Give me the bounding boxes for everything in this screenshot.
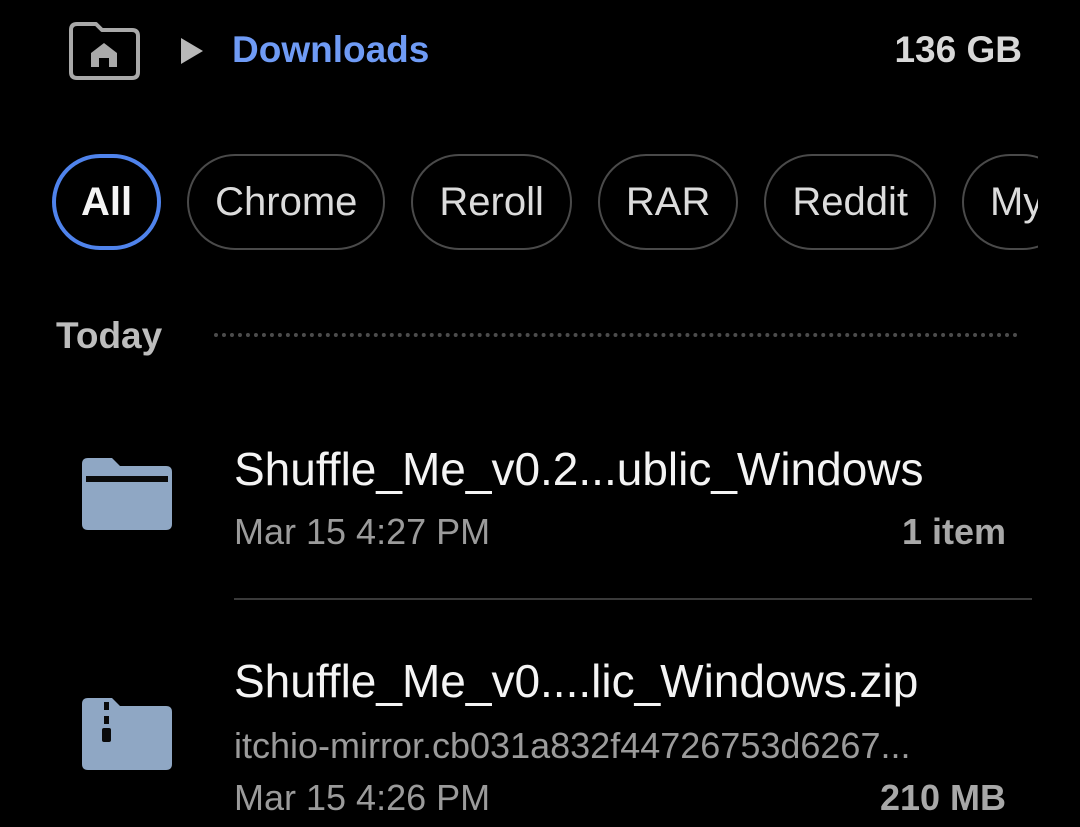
breadcrumb-arrow-icon bbox=[178, 36, 206, 66]
section-divider bbox=[214, 333, 1018, 337]
list-item[interactable]: Shuffle_Me_v0.2...ublic_Windows Mar 15 4… bbox=[0, 420, 1080, 590]
list-item[interactable]: Shuffle_Me_v0....lic_Windows.zip itchio-… bbox=[0, 648, 1080, 827]
folder-icon bbox=[78, 456, 174, 537]
file-date: Mar 15 4:27 PM bbox=[234, 511, 491, 552]
storage-size: 136 GB bbox=[894, 29, 1022, 70]
filter-chips-bar[interactable]: All Chrome Reroll RAR Reddit My bbox=[52, 154, 1038, 254]
top-bar: Downloads 136 GB bbox=[0, 0, 1080, 110]
chip-my[interactable]: My bbox=[961, 154, 1038, 250]
file-item-count: 1 item bbox=[901, 511, 1006, 552]
chip-reddit[interactable]: Reddit bbox=[764, 154, 936, 250]
chip-reroll[interactable]: Reroll bbox=[411, 154, 572, 250]
chip-all[interactable]: All bbox=[52, 154, 162, 250]
breadcrumb-current-folder[interactable]: Downloads bbox=[232, 28, 429, 72]
row-divider bbox=[234, 598, 1032, 600]
file-size: 210 MB bbox=[879, 777, 1006, 818]
zip-archive-icon bbox=[78, 696, 174, 777]
chip-chrome[interactable]: Chrome bbox=[187, 154, 386, 250]
file-name: Shuffle_Me_v0....lic_Windows.zip bbox=[234, 655, 919, 707]
file-name: Shuffle_Me_v0.2...ublic_Windows bbox=[234, 443, 924, 495]
file-source: itchio-mirror.cb031a832f44726753d6267... bbox=[234, 725, 911, 766]
filter-chips: All Chrome Reroll RAR Reddit My bbox=[52, 154, 1038, 250]
home-folder-icon[interactable] bbox=[66, 20, 142, 82]
chip-rar[interactable]: RAR bbox=[597, 154, 739, 250]
file-date: Mar 15 4:26 PM bbox=[234, 777, 491, 818]
section-header-today: Today bbox=[56, 315, 163, 356]
